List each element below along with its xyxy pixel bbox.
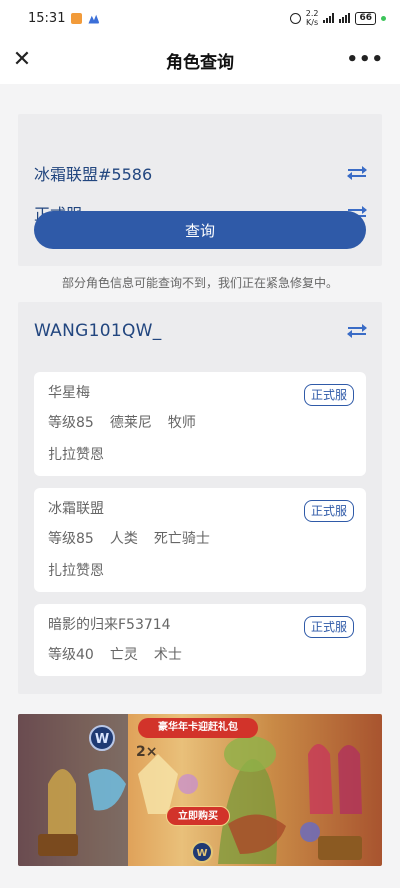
search-card: 冰霜联盟#5586 正式服 查询 (18, 114, 382, 266)
banner-headline: 豪华年卡迎赶礼包 (138, 718, 258, 738)
character-card[interactable]: 冰霜联盟 正式服 等级85 人类 死亡骑士 扎拉赞恩 (34, 488, 366, 592)
character-class: 牧师 (167, 415, 196, 431)
character-info: 等级85 德莱尼 牧师 (48, 412, 196, 432)
status-left: 15:31 (28, 10, 100, 26)
status-right: 2.2 K/s 66 (289, 9, 386, 27)
character-card[interactable]: 暗影的归来F53714 正式服 等级40 亡灵 术士 (34, 604, 366, 676)
account-name: WANG101QW_ (34, 321, 162, 341)
network-rate-unit: K/s (306, 18, 319, 27)
alarm-icon (289, 12, 301, 24)
character-class: 术士 (153, 647, 182, 663)
character-class: 死亡骑士 (153, 531, 210, 547)
server-tag: 正式服 (303, 616, 354, 638)
banner-multiplier: 2× (136, 744, 158, 760)
cloud-icon (88, 14, 100, 24)
character-name: 冰霜联盟 (48, 501, 104, 517)
character-info: 等级40 亡灵 术士 (48, 644, 182, 664)
status-bar: 15:31 2.2 K/s 66 (0, 0, 400, 36)
swap-icon[interactable] (347, 165, 367, 181)
realm-value: 冰霜联盟#5586 (34, 165, 153, 184)
character-level: 等级85 (48, 415, 94, 431)
nav-bar: ✕ 角色查询 ••• (0, 36, 400, 84)
svg-text:W: W (95, 732, 109, 747)
character-info: 等级85 人类 死亡骑士 (48, 528, 210, 548)
status-time: 15:31 (28, 10, 66, 26)
character-race: 人类 (109, 531, 138, 547)
character-race: 亡灵 (109, 647, 138, 663)
character-name: 暗影的归来F53714 (48, 617, 171, 633)
signal-icon (323, 13, 335, 23)
promo-banner[interactable]: W W 豪华年卡迎赶礼包 2× 立即购买 (18, 714, 382, 866)
character-race: 德莱尼 (109, 415, 152, 431)
notification-icon (71, 12, 83, 24)
query-button[interactable]: 查询 (34, 211, 366, 249)
more-icon[interactable]: ••• (346, 48, 384, 72)
server-tag: 正式服 (303, 500, 354, 522)
notice-text: 部分角色信息可能查询不到，我们正在紧急修复中。 (61, 276, 338, 290)
character-realm: 扎拉赞恩 (48, 563, 104, 579)
character-realm: 扎拉赞恩 (48, 447, 104, 463)
page-title: 角色查询 (166, 52, 234, 73)
close-icon[interactable]: ✕ (10, 48, 34, 72)
buy-now-button[interactable]: 立即购买 (166, 806, 230, 826)
character-level: 等级85 (48, 531, 94, 547)
character-card[interactable]: 华星梅 正式服 等级85 德莱尼 牧师 扎拉赞恩 (34, 372, 366, 476)
result-card: WANG101QW_ 华星梅 正式服 等级85 德莱尼 牧师 扎拉赞恩 冰霜联盟… (18, 302, 382, 694)
battery-icon: 66 (355, 11, 376, 25)
status-dot-icon (381, 15, 386, 21)
server-tag: 正式服 (303, 384, 354, 406)
wifi-icon (339, 13, 351, 23)
account-row[interactable]: WANG101QW_ (34, 318, 367, 344)
character-name: 华星梅 (48, 385, 90, 401)
network-rate: 2.2 K/s (306, 9, 319, 27)
character-level: 等级40 (48, 647, 94, 663)
network-rate-value: 2.2 (305, 9, 319, 18)
svg-text:W: W (196, 848, 207, 859)
realm-row[interactable]: 冰霜联盟#5586 (34, 160, 367, 186)
swap-icon[interactable] (347, 323, 367, 339)
